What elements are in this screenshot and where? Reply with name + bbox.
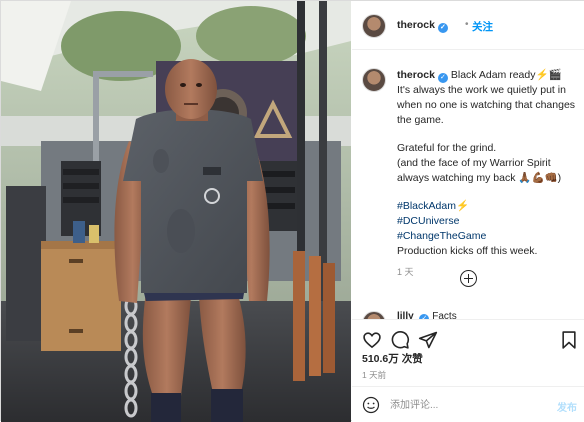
comment-text: lilly ✓ Facts bbox=[397, 311, 457, 319]
caption-line-7: always watching my back 🙏🏾💪🏾👊🏾) bbox=[397, 172, 562, 184]
commenter-avatar[interactable] bbox=[362, 311, 386, 319]
caption-time[interactable]: 1 天 bbox=[397, 265, 581, 280]
caption-line-2: It's always the work we quietly put in bbox=[397, 84, 566, 96]
caption-closing: Production kicks off this week. bbox=[397, 245, 538, 257]
post-comment-button[interactable]: 发布 bbox=[557, 399, 577, 414]
share-icon[interactable] bbox=[418, 330, 438, 350]
follow-button[interactable]: 关注 bbox=[472, 19, 493, 34]
instagram-post: therock ✓ • 关注 therock ✓ Black Adam ready⚡… bbox=[0, 0, 584, 422]
caption-line-4: the game. bbox=[397, 114, 444, 126]
avatar[interactable] bbox=[362, 14, 386, 38]
separator-dot: • bbox=[465, 19, 469, 30]
hashtag-link[interactable]: #BlackAdam⚡ bbox=[397, 199, 581, 214]
caption-line-5: Grateful for the grind. bbox=[397, 142, 497, 154]
bookmark-icon[interactable] bbox=[559, 330, 579, 350]
post-photo[interactable] bbox=[1, 1, 351, 422]
verified-icon: ✓ bbox=[437, 23, 448, 33]
comment-input[interactable] bbox=[390, 396, 540, 414]
post-time-ago[interactable]: 1 天前 bbox=[362, 369, 386, 381]
gym-photo-illustration bbox=[1, 1, 351, 422]
caption-gap bbox=[397, 186, 581, 199]
likes-count[interactable]: 510.6万 次赞 bbox=[362, 351, 423, 366]
header-username[interactable]: therock ✓ bbox=[397, 19, 448, 33]
comment-item: lilly ✓ Facts bbox=[362, 309, 582, 319]
caption-line-6: (and the face of my Warrior Spirit bbox=[397, 157, 551, 169]
load-more-comments-icon[interactable] bbox=[460, 270, 477, 287]
caption-username[interactable]: therock bbox=[397, 69, 435, 81]
caption: therock ✓ Black Adam ready⚡🎬 It's always … bbox=[397, 68, 581, 280]
emoji-icon[interactable] bbox=[362, 396, 380, 414]
post-side-panel: therock ✓ • 关注 therock ✓ Black Adam ready⚡… bbox=[352, 1, 584, 422]
caption-line-3: when no one is watching that changes bbox=[397, 99, 576, 111]
hashtag-link[interactable]: #DCUniverse bbox=[397, 214, 581, 229]
heart-icon[interactable] bbox=[362, 330, 382, 350]
hashtag-link[interactable]: #ChangeTheGame bbox=[397, 229, 581, 244]
comment-icon[interactable] bbox=[390, 330, 410, 350]
commenter-username[interactable]: lilly bbox=[397, 311, 414, 319]
post-header: therock ✓ • 关注 bbox=[352, 1, 584, 50]
caption-gap bbox=[397, 128, 581, 141]
verified-icon: ✓ bbox=[437, 73, 448, 83]
comment-composer: 发布 bbox=[352, 386, 584, 422]
caption-avatar[interactable] bbox=[362, 68, 386, 92]
caption-line-1: therock ✓ Black Adam ready⚡🎬 bbox=[397, 69, 562, 83]
